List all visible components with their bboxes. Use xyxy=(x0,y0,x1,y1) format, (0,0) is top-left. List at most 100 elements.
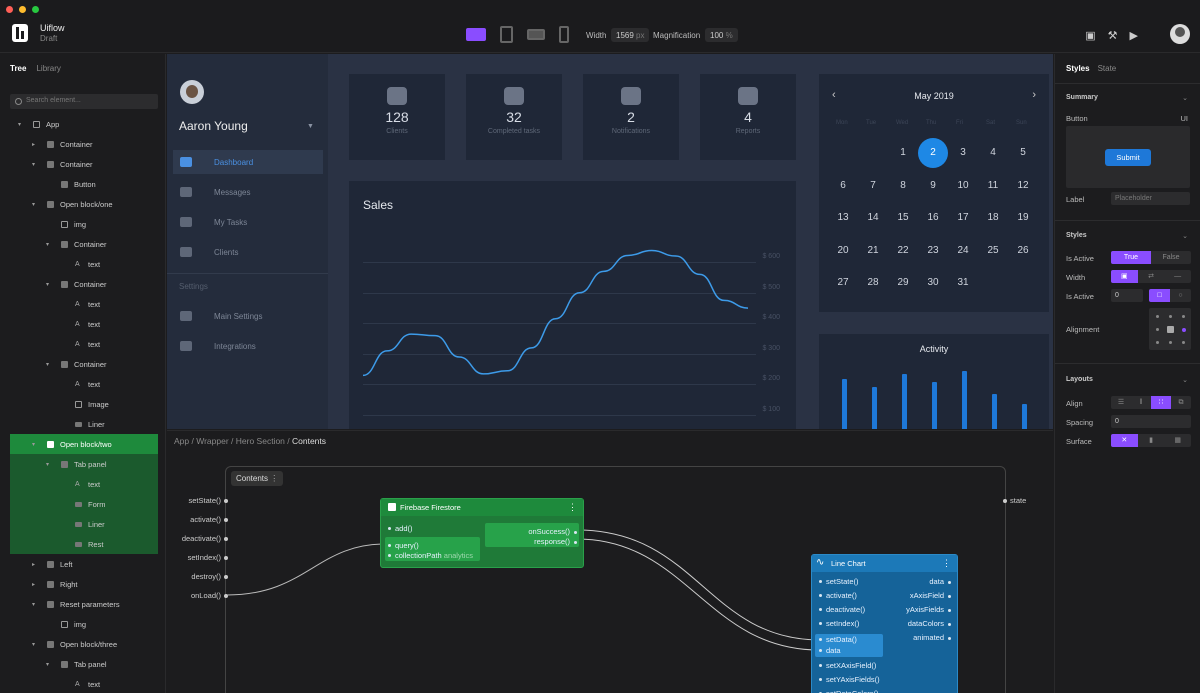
caret-down-icon[interactable]: ▾ xyxy=(46,281,49,288)
profile-avatar[interactable] xyxy=(180,80,204,104)
nav-item-integrations[interactable]: Integrations xyxy=(173,334,323,358)
port-query[interactable]: query() xyxy=(388,541,419,550)
tree-row[interactable]: ▾Container xyxy=(10,274,158,294)
tablet-device-icon[interactable] xyxy=(500,26,513,43)
calendar-day[interactable]: 22 xyxy=(888,245,918,256)
calendar-day[interactable]: 31 xyxy=(948,277,978,288)
chevron-right-icon[interactable]: › xyxy=(1032,89,1036,101)
calendar-day[interactable]: 18 xyxy=(978,212,1008,223)
port-activate[interactable]: activate() xyxy=(819,591,857,600)
tab-state[interactable]: State xyxy=(1098,64,1117,73)
caret-down-icon[interactable]: ▾ xyxy=(32,641,35,648)
port-out-yaxisfields[interactable]: yAxisFields xyxy=(906,605,951,614)
calendar-day[interactable]: 8 xyxy=(888,180,918,191)
nav-item-main-settings[interactable]: Main Settings xyxy=(173,304,323,328)
circle-icon[interactable]: ○ xyxy=(1170,289,1191,302)
chevron-down-icon[interactable]: ⌄ xyxy=(1182,232,1188,240)
firebase-firestore-node[interactable]: Firebase Firestore ⋮ add() query() colle… xyxy=(380,498,584,568)
align-columns-icon[interactable]: ‖ xyxy=(1131,396,1151,409)
save-icon[interactable]: ▣ xyxy=(1085,29,1095,42)
tree-row[interactable]: ▾Open block/three xyxy=(10,634,158,654)
close-window-button[interactable] xyxy=(6,6,13,13)
design-canvas[interactable]: Aaron Young ▼ DashboardMessagesMy TasksC… xyxy=(167,54,1053,429)
width-input[interactable]: 1569 px xyxy=(611,28,649,42)
port-out-datacolors[interactable]: dataColors xyxy=(908,619,951,628)
flow-editor[interactable]: App / Wrapper / Hero Section / Contents … xyxy=(167,430,1053,693)
panel-surface-icon[interactable]: ▦ xyxy=(1164,434,1191,447)
tree-row[interactable]: ▸Container xyxy=(10,134,158,154)
toggle-true[interactable]: True xyxy=(1111,251,1151,264)
fill-width-icon[interactable]: ⇄ xyxy=(1138,270,1165,283)
calendar-day[interactable]: 26 xyxy=(1008,245,1038,256)
calendar-day[interactable]: 20 xyxy=(828,245,858,256)
wrench-icon[interactable]: ⚒ xyxy=(1108,29,1118,42)
align-stack-icon[interactable]: ⧉ xyxy=(1171,396,1191,409)
calendar-day[interactable]: 1 xyxy=(888,147,918,158)
caret-down-icon[interactable]: ▾ xyxy=(32,201,35,208)
calendar-day[interactable]: 28 xyxy=(858,277,888,288)
tree-row[interactable]: ▾Tab panel xyxy=(10,654,158,674)
caret-down-icon[interactable]: ▾ xyxy=(46,661,49,668)
play-icon[interactable]: ▶ xyxy=(1130,29,1138,42)
tree-row[interactable]: Atext xyxy=(10,314,158,334)
calendar-day[interactable]: 10 xyxy=(948,180,978,191)
caret-right-icon[interactable]: ▸ xyxy=(32,581,35,588)
tree-row[interactable]: Atext xyxy=(10,474,158,494)
phone-device-icon[interactable] xyxy=(559,26,569,43)
hug-width-icon[interactable]: — xyxy=(1164,270,1191,283)
calendar-day[interactable]: 17 xyxy=(948,212,978,223)
tab-library[interactable]: Library xyxy=(36,64,60,73)
tab-styles[interactable]: Styles xyxy=(1066,64,1090,73)
calendar-day[interactable]: 11 xyxy=(978,180,1008,191)
chevron-down-icon[interactable]: ⌄ xyxy=(1182,94,1188,102)
tree-row[interactable]: Button xyxy=(10,174,158,194)
chevron-down-icon[interactable]: ▼ xyxy=(307,123,314,130)
more-icon[interactable]: ⋮ xyxy=(942,558,951,569)
calendar-day[interactable]: 7 xyxy=(858,180,888,191)
tree-row[interactable]: ▾Container xyxy=(10,354,158,374)
radius-segment[interactable]: □ ○ xyxy=(1149,289,1191,302)
laptop-device-icon[interactable] xyxy=(466,28,486,41)
tree-row[interactable]: Liner xyxy=(10,414,158,434)
caret-down-icon[interactable]: ▾ xyxy=(32,441,35,448)
line-chart-node[interactable]: ∿ Line Chart ⋮ setState()activate()deact… xyxy=(811,554,958,693)
calendar-day[interactable]: 5 xyxy=(1008,147,1038,158)
tree-row[interactable]: ▸Left xyxy=(10,554,158,574)
calendar-day[interactable]: 6 xyxy=(828,180,858,191)
calendar-day[interactable]: 2 xyxy=(918,147,948,158)
nav-item-my-tasks[interactable]: My Tasks xyxy=(173,210,323,234)
tree-row[interactable]: ▾Container xyxy=(10,234,158,254)
calendar-day[interactable]: 16 xyxy=(918,212,948,223)
tree-row[interactable]: Liner xyxy=(10,514,158,534)
tree-row[interactable]: ▸Right xyxy=(10,574,158,594)
tree-row[interactable]: Atext xyxy=(10,374,158,394)
tree-row[interactable]: img xyxy=(10,214,158,234)
caret-right-icon[interactable]: ▸ xyxy=(32,561,35,568)
tree-row[interactable]: img xyxy=(10,614,158,634)
tree-row[interactable]: Atext xyxy=(10,254,158,274)
magnification-input[interactable]: 100 % xyxy=(705,28,738,42)
more-icon[interactable]: ⋮ xyxy=(568,502,577,513)
calendar-day[interactable]: 13 xyxy=(828,212,858,223)
calendar-day[interactable]: 23 xyxy=(918,245,948,256)
port-setindex[interactable]: setIndex() xyxy=(819,619,859,628)
calendar-day[interactable]: 14 xyxy=(858,212,888,223)
is-active2-input[interactable]: 0 xyxy=(1111,289,1143,302)
tree-row[interactable]: Rest xyxy=(10,534,158,554)
calendar-day[interactable]: 25 xyxy=(978,245,1008,256)
label-input[interactable]: Placeholder xyxy=(1111,192,1190,205)
port-add[interactable]: add() xyxy=(388,524,413,533)
tree-row[interactable]: Image xyxy=(10,394,158,414)
toggle-false[interactable]: False xyxy=(1151,251,1191,264)
tree-row[interactable]: ▾Reset parameters xyxy=(10,594,158,614)
port-out-xaxisfield[interactable]: xAxisField xyxy=(910,591,951,600)
tree-row[interactable]: ▾Tab panel xyxy=(10,454,158,474)
minimize-window-button[interactable] xyxy=(19,6,26,13)
spacing-input[interactable]: 0 xyxy=(1111,415,1191,428)
width-mode-segment[interactable]: ▣ ⇄ — xyxy=(1111,270,1191,283)
align-grid-icon[interactable]: ∷ xyxy=(1151,396,1171,409)
is-active-toggle[interactable]: True False xyxy=(1111,251,1191,264)
port-out-animated[interactable]: animated xyxy=(913,633,951,642)
caret-down-icon[interactable]: ▾ xyxy=(18,121,21,128)
caret-down-icon[interactable]: ▾ xyxy=(46,461,49,468)
